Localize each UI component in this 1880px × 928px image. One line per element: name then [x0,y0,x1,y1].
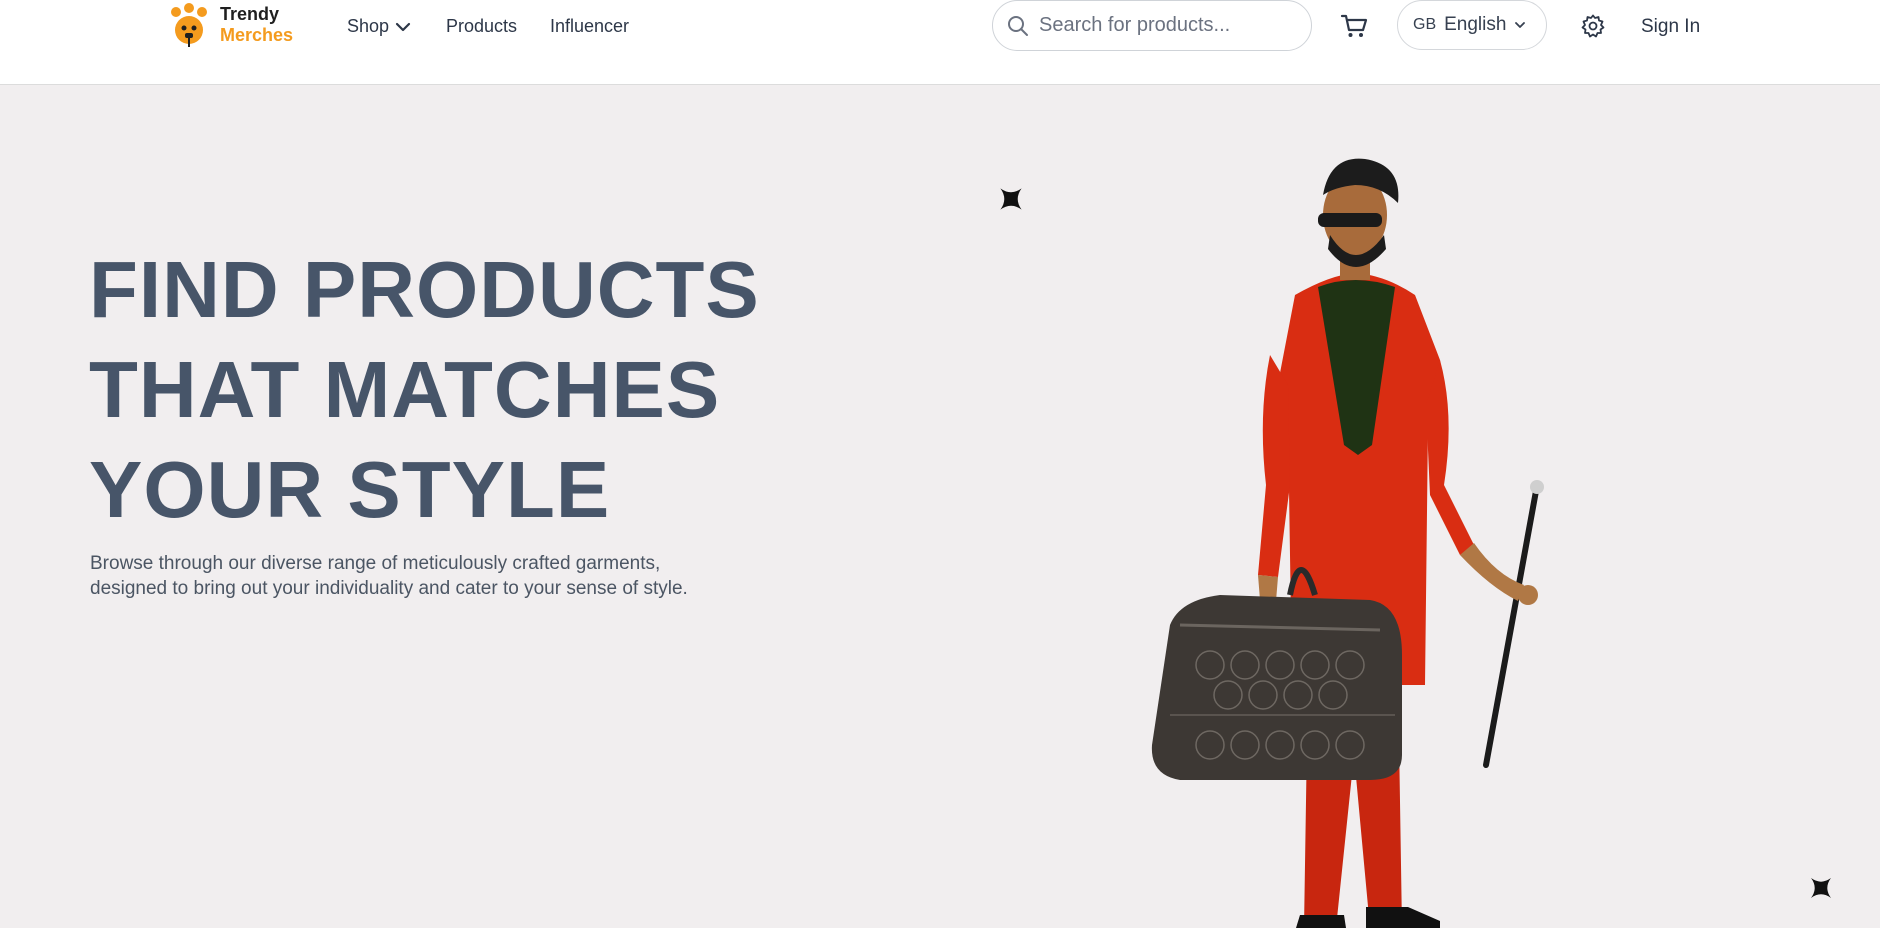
nav-products-label: Products [446,16,518,36]
logo-text-line2: Merches [220,25,294,45]
headline-line-3: YOUR STYLE [89,445,611,534]
language-label: English [1444,14,1507,35]
nav-products-link[interactable]: Products [446,16,517,37]
nav-influencer-link[interactable]: Influencer [550,16,629,37]
search-bar[interactable] [992,0,1312,51]
model-figure-image [1151,158,1544,928]
search-input[interactable] [1039,14,1289,37]
nav-shop-label: Shop [347,16,390,36]
language-selector[interactable]: GB English [1397,0,1547,50]
sparkle-icon [1000,188,1022,210]
hero-headline: FIND PRODUCTS THAT MATCHES YOUR STYLE [89,240,760,540]
sign-in-button[interactable]: Sign In [1641,16,1700,38]
top-navbar: Trendy Merches Shop Products Influencer … [0,0,1880,85]
hero-subtext: Browse through our diverse range of meti… [90,553,688,599]
gear-icon[interactable] [1580,13,1606,39]
logo-text-line1: Trendy [220,4,280,24]
giraffe-logo-icon [171,3,207,47]
nav-shop-menu[interactable]: Shop [347,16,411,37]
chevron-down-icon [395,22,411,31]
search-icon [1008,15,1028,36]
sparkle-icon [1811,878,1831,898]
brand-logo[interactable]: Trendy Merches [168,2,293,48]
cart-icon[interactable] [1339,11,1369,41]
nav-influencer-label: Influencer [550,16,630,36]
language-code: GB [1413,16,1437,33]
headline-line-1: FIND PRODUCTS [89,245,760,334]
chevron-down-icon [1515,22,1526,28]
headline-line-2: THAT MATCHES [89,345,721,434]
